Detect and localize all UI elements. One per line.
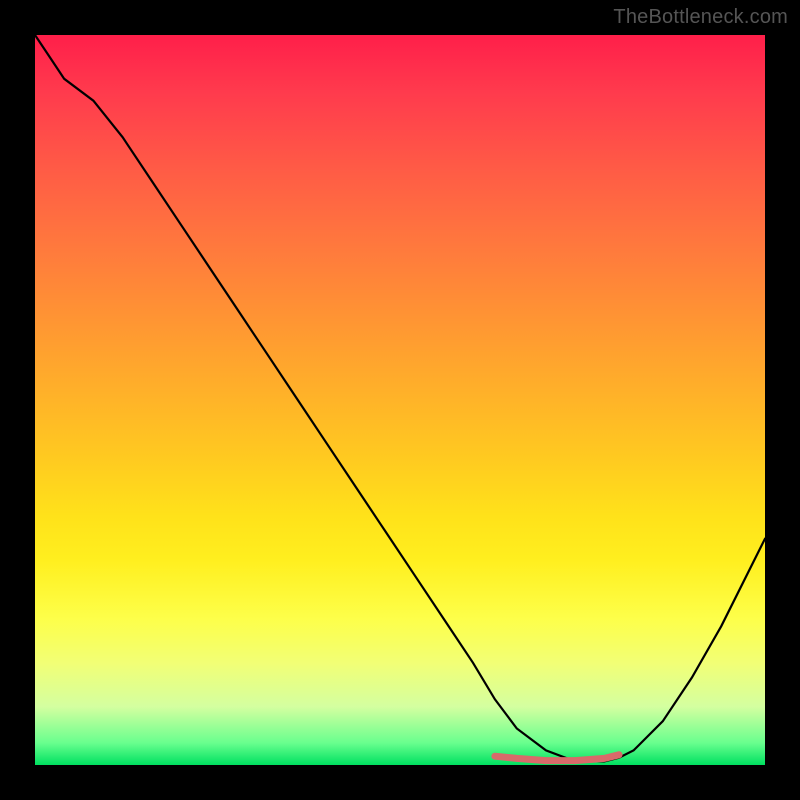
bottleneck-chart	[35, 35, 765, 765]
bottleneck-curve-path	[35, 35, 765, 761]
plot-area	[35, 35, 765, 765]
watermark-text: TheBottleneck.com	[613, 6, 788, 29]
